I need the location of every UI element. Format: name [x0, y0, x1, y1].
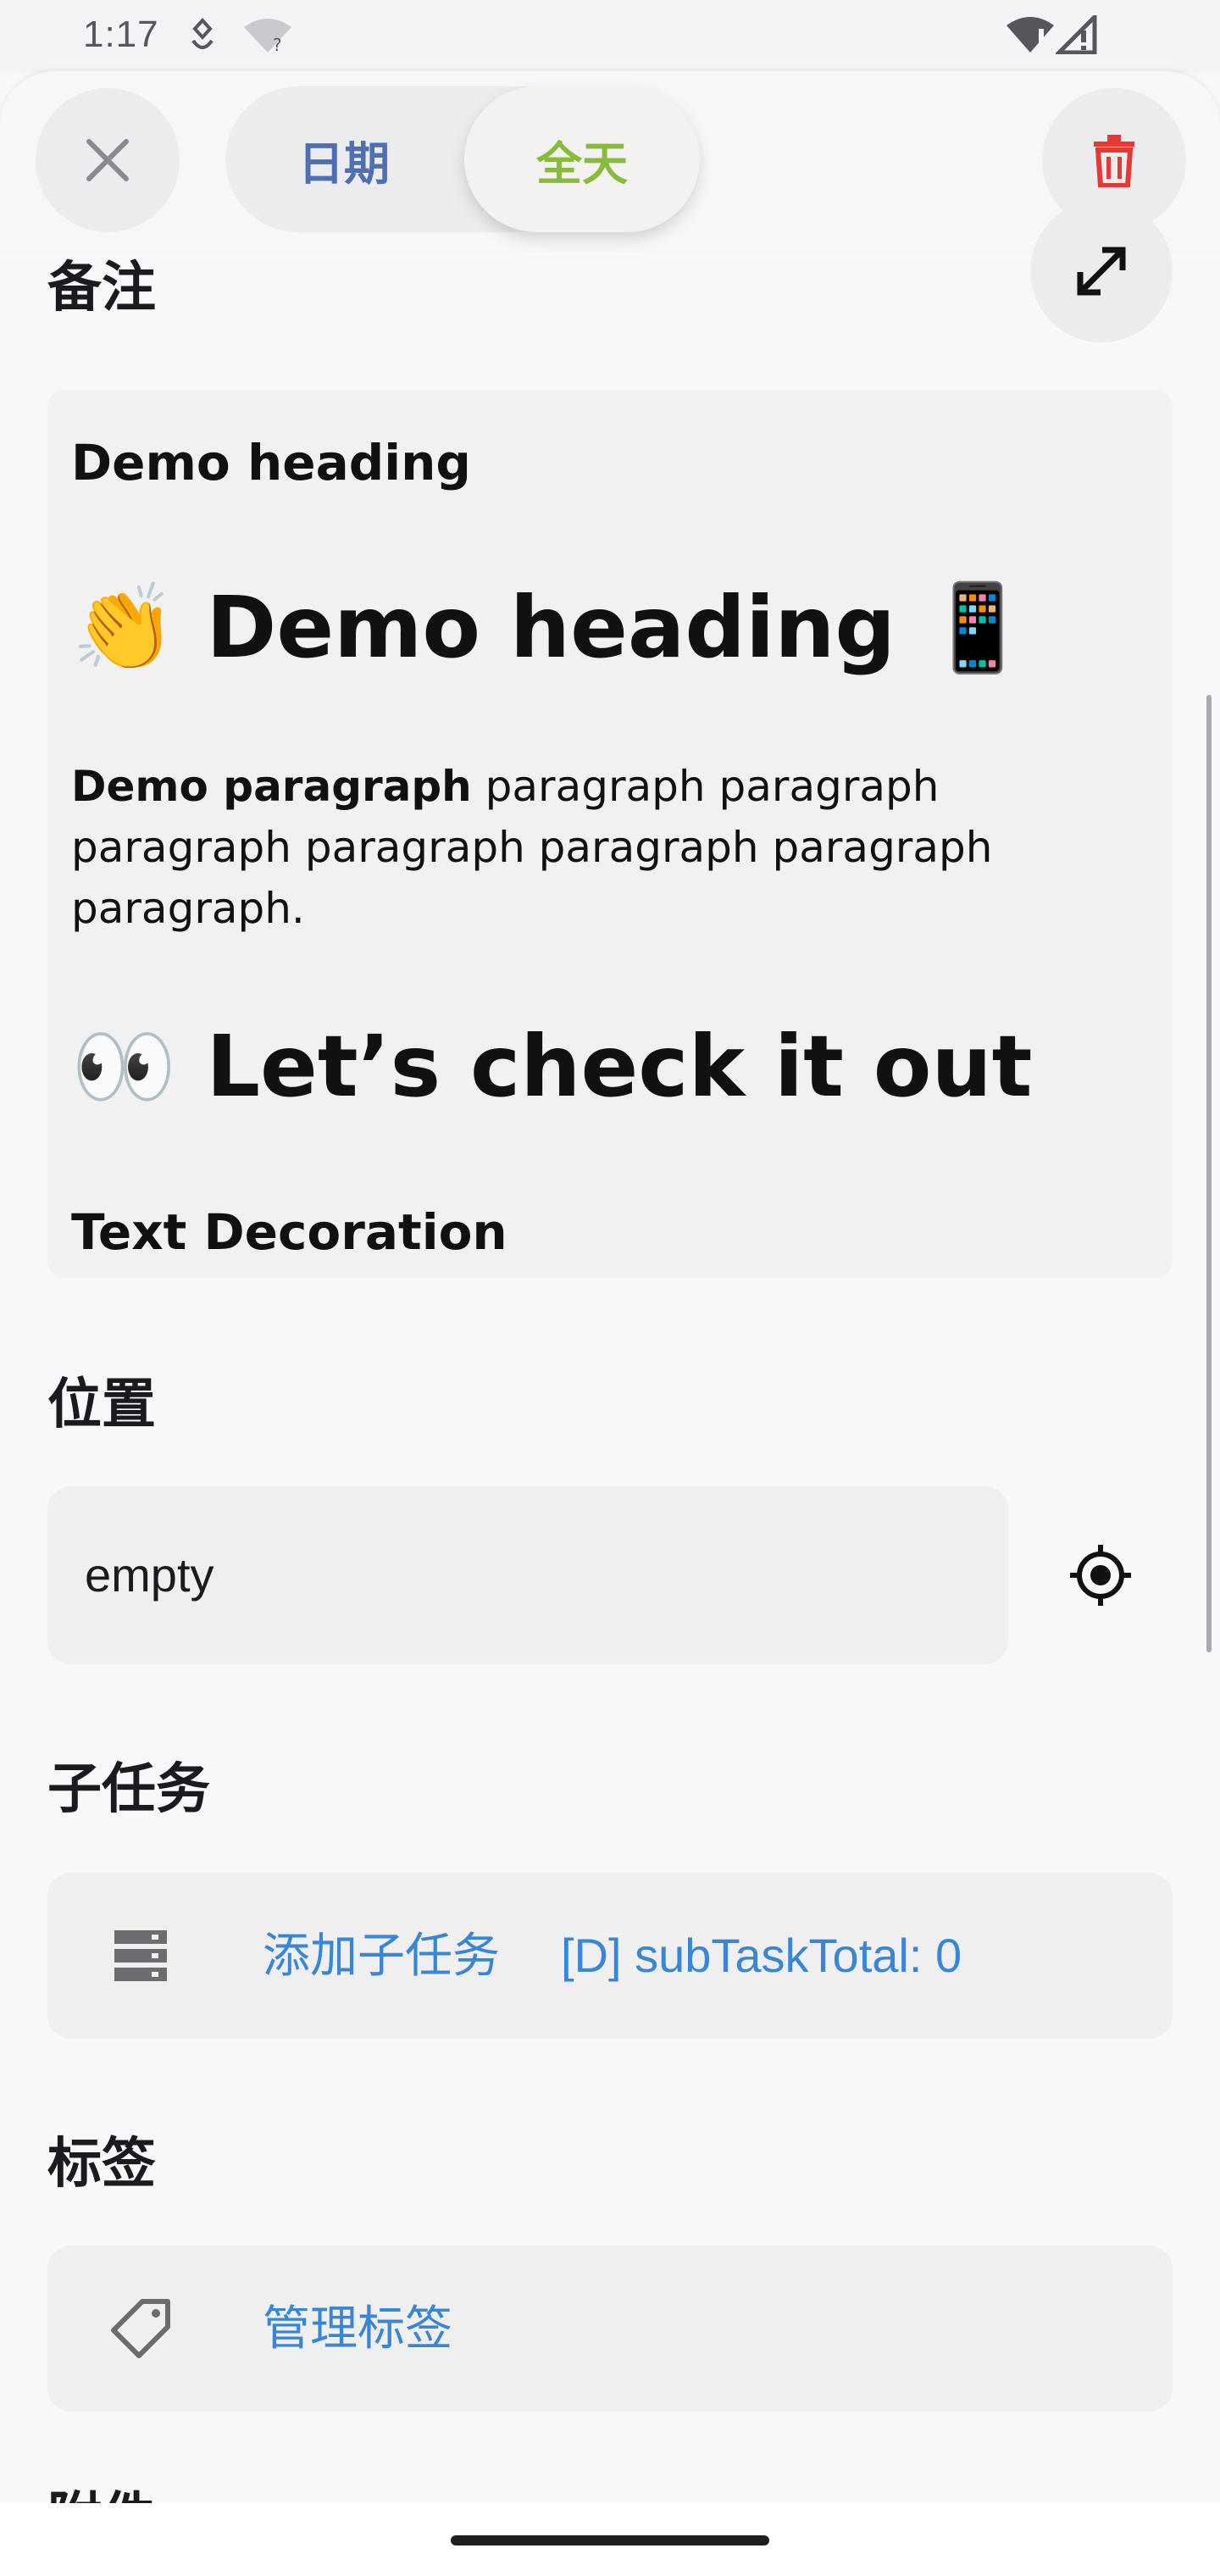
- home-gesture-handle[interactable]: [451, 2535, 769, 2545]
- expand-notes-button[interactable]: [1030, 200, 1173, 342]
- add-subtask-row[interactable]: 添加子任务 [D] subTaskTotal: 0: [47, 1873, 1173, 2039]
- signal-alert-icon: [1053, 11, 1098, 58]
- notes-heading-3: 👀 Let’s check it out: [71, 1017, 1033, 1116]
- notes-heading-1: Demo heading: [71, 434, 471, 491]
- subtasks-title: 子任务: [47, 1758, 210, 1821]
- top-toolbar: 日期 全天: [0, 71, 1220, 251]
- notes-editor[interactable]: Demo heading 👏 Demo heading 📱 Demo parag…: [47, 390, 1173, 1278]
- manage-tags-row[interactable]: 管理标签: [47, 2246, 1173, 2412]
- notes-heading-4: Text Decoration: [71, 1203, 507, 1261]
- svg-text:?: ?: [273, 35, 282, 54]
- date-mode-segmented: 日期 全天: [225, 86, 700, 232]
- subtask-total-debug: [D] subTaskTotal: 0: [561, 1929, 962, 1982]
- scrollbar[interactable]: [1206, 695, 1212, 1652]
- gps-crosshair-icon: [1070, 1545, 1131, 1606]
- manage-tags-link[interactable]: 管理标签: [263, 2246, 452, 2412]
- status-bar: 1:17 ?: [0, 0, 1220, 73]
- expand-icon: [1077, 247, 1126, 296]
- navigation-bar: [0, 2503, 1220, 2576]
- android-debug-icon: [188, 17, 217, 58]
- notes-paragraph: Demo paragraph paragraph paragraph parag…: [71, 756, 1071, 939]
- tab-all-day[interactable]: 全天: [464, 86, 700, 232]
- tag-icon: [100, 2288, 181, 2369]
- notes-paragraph-bold: Demo paragraph: [71, 762, 472, 811]
- status-time: 1:17: [83, 14, 159, 55]
- locate-button[interactable]: [1047, 1512, 1154, 1639]
- notes-title: 备注: [47, 257, 156, 319]
- wifi-unknown-icon: ?: [242, 17, 293, 58]
- wifi-alert-icon: [1005, 15, 1056, 58]
- tags-title: 标签: [47, 2133, 156, 2196]
- close-icon: [86, 139, 129, 181]
- notes-heading-2: 👏 Demo heading 📱: [71, 578, 1031, 677]
- add-subtask-link[interactable]: 添加子任务: [263, 1873, 500, 2039]
- tab-date[interactable]: 日期: [225, 86, 463, 232]
- location-title: 位置: [47, 1374, 156, 1436]
- location-input[interactable]: empty: [47, 1486, 1008, 1664]
- close-button[interactable]: [36, 88, 180, 232]
- task-edit-screen: 1:17 ? 日期 全天 备注 Demo heading 👏 Demo head…: [0, 0, 1220, 2576]
- trash-icon: [1094, 135, 1134, 187]
- list-stack-icon: [100, 1915, 181, 1996]
